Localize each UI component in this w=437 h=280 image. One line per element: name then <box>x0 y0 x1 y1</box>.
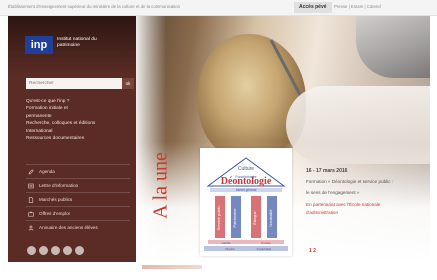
nav-item-about[interactable]: Qu'est-ce que l'inp ? <box>26 98 130 105</box>
accueil-button[interactable]: Accès pévé <box>294 2 332 13</box>
document-icon <box>28 197 34 203</box>
word-cloud-temple-image: Culture Déontologie Fonctionnaire Intérê… <box>204 157 288 251</box>
cloud-word: Probité <box>261 241 271 245</box>
microscope-shape <box>356 16 430 78</box>
page: Établissement d'enseignement supérieur d… <box>0 0 437 280</box>
briefcase-icon <box>28 211 34 217</box>
nav-item-international[interactable]: International <box>26 128 130 135</box>
cloud-word: Laïcité <box>222 241 231 245</box>
quick-link-marches[interactable]: Marchés publics <box>26 192 130 206</box>
event-date: 16 - 17 mars 2016 <box>306 168 348 174</box>
quick-link-annuaire[interactable]: Annuaire des anciens élèves <box>26 220 130 234</box>
logo-acronym: inp <box>25 36 53 54</box>
a-la-une-heading: A la une <box>146 126 176 256</box>
top-links[interactable]: Presse | Erasm | Catend <box>334 4 381 9</box>
event-title-line: Formation « Déontologie et service publi… <box>306 179 394 184</box>
nav-item-ressources[interactable]: Ressources documentaires <box>26 135 130 142</box>
event-subtitle-line: En partenariat avec l'École nationale <box>306 201 381 207</box>
footer-strip <box>142 265 202 269</box>
nav-item-formation-cont[interactable]: permanente <box>26 113 130 120</box>
event-title-line: le sens de l'engagement » <box>306 190 360 196</box>
twitter-icon[interactable] <box>39 246 48 255</box>
cloud-word: Culture <box>238 166 254 172</box>
search-input[interactable] <box>26 78 122 89</box>
quick-links: Agenda Lettre d'information Marchés publ… <box>26 164 130 234</box>
a-la-une-text: A la une <box>149 152 172 219</box>
newsletter-icon <box>28 183 34 189</box>
quick-link-emploi[interactable]: Offres d'emploi <box>26 206 130 220</box>
search-submit-button[interactable]: ok <box>122 78 134 89</box>
youtube-icon[interactable] <box>51 246 60 255</box>
quick-link-newsletter[interactable]: Lettre d'information <box>26 178 130 192</box>
quick-link-label: Annuaire des anciens élèves <box>39 225 98 230</box>
featured-event[interactable]: 16 - 17 mars 2016 Formation « Déontologi… <box>306 168 430 218</box>
cloud-word: Service public <box>216 206 221 231</box>
linkedin-icon[interactable] <box>63 246 72 255</box>
cloud-word: Dignité <box>225 247 235 251</box>
cloud-word: Impartialité <box>257 247 272 251</box>
users-icon <box>28 225 34 231</box>
event-subtitle-line: d'administration <box>306 210 339 216</box>
inp-logo[interactable]: inp Institut national du patrimoine <box>25 36 105 58</box>
main-nav: Qu'est-ce que l'inp ? Formation initiale… <box>26 98 130 142</box>
quick-link-agenda[interactable]: Agenda <box>26 164 130 178</box>
facebook-icon[interactable] <box>27 246 36 255</box>
cloud-word: Patrimoine <box>232 208 237 228</box>
nav-item-formation[interactable]: Formation initiale et <box>26 105 130 112</box>
quick-link-label: Agenda <box>39 169 55 174</box>
featured-image[interactable]: Culture Déontologie Fonctionnaire Intérê… <box>200 148 292 256</box>
logo-name: Institut national du patrimoine <box>57 37 97 48</box>
rss-icon[interactable] <box>75 246 84 255</box>
quick-link-label: Marchés publics <box>39 197 73 202</box>
carousel-pager[interactable]: 1 2 <box>309 248 316 254</box>
cloud-word: Fonctionnaire <box>235 175 256 179</box>
sidebar: inp Institut national du patrimoine ok Q… <box>8 16 136 262</box>
top-bar: Établissement d'enseignement supérieur d… <box>0 0 437 16</box>
site-tagline: Établissement d'enseignement supérieur d… <box>8 4 181 9</box>
quick-link-label: Offres d'emploi <box>39 211 70 216</box>
nav-item-recherche[interactable]: Recherche, colloques et éditions <box>26 120 130 127</box>
quick-link-label: Lettre d'information <box>39 183 79 188</box>
pencil-icon <box>28 169 34 175</box>
main-frame: inp Institut national du patrimoine ok Q… <box>8 16 430 262</box>
cloud-word: Neutralité <box>268 209 273 227</box>
search-bar: ok <box>26 78 134 89</box>
cloud-word: Intérêt général <box>236 188 257 192</box>
cloud-word: Éthique <box>252 210 257 224</box>
